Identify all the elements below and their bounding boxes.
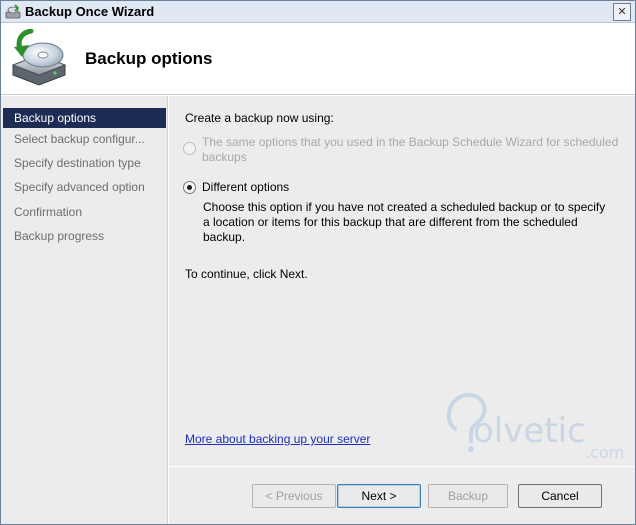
page-title: Backup options <box>85 49 213 68</box>
close-icon: ✕ <box>617 5 627 18</box>
options-prompt: Create a backup now using: <box>185 111 334 125</box>
continue-instruction: To continue, click Next. <box>185 267 308 281</box>
watermark-text: olvetic <box>473 411 586 451</box>
sidebar-item-specify-destination-type[interactable]: Specify destination type <box>3 153 166 173</box>
same-options-label-line-2: backups <box>202 150 247 164</box>
more-about-backup-link[interactable]: More about backing up your server <box>185 432 370 446</box>
wizard-header: Backup options <box>1 23 635 95</box>
backup-disk-icon <box>11 29 67 86</box>
sidebar-item-specify-advanced-option[interactable]: Specify advanced option <box>3 177 166 197</box>
different-options-description-line-3: backup. <box>203 230 246 244</box>
window-title: Backup Once Wizard <box>25 4 155 19</box>
previous-button[interactable]: < Previous <box>252 484 336 508</box>
sidebar-item-backup-progress[interactable]: Backup progress <box>3 226 166 246</box>
watermark-suffix: .com <box>585 443 625 462</box>
cancel-button[interactable]: Cancel <box>518 484 602 508</box>
button-separator <box>169 466 635 467</box>
app-icon <box>5 4 21 19</box>
sidebar-item-backup-options[interactable]: Backup options <box>3 108 166 128</box>
different-options-radio[interactable] <box>183 181 196 194</box>
solvetic-watermark: olvetic .com <box>445 389 631 469</box>
sidebar-item-confirmation[interactable]: Confirmation <box>3 202 166 222</box>
same-options-label-line-1: The same options that you used in the Ba… <box>202 135 619 149</box>
close-button[interactable]: ✕ <box>613 3 631 21</box>
wizard-content-panel: Create a backup now using: The same opti… <box>169 96 635 524</box>
wizard-steps-sidebar: Backup options Select backup configur...… <box>1 96 168 524</box>
different-options-description-line-1: Choose this option if you have not creat… <box>203 200 606 214</box>
backup-button[interactable]: Backup <box>428 484 508 508</box>
sidebar-item-select-backup-configuration[interactable]: Select backup configur... <box>3 129 166 149</box>
different-options-label[interactable]: Different options <box>202 180 289 195</box>
next-button[interactable]: Next > <box>337 484 421 508</box>
different-options-description-line-2: a location or items for this backup that… <box>203 215 578 229</box>
backup-once-wizard-window: Backup Once Wizard ✕ Backup options Back… <box>0 0 636 525</box>
same-options-radio[interactable] <box>183 142 196 155</box>
title-bar[interactable]: Backup Once Wizard ✕ <box>1 1 635 23</box>
